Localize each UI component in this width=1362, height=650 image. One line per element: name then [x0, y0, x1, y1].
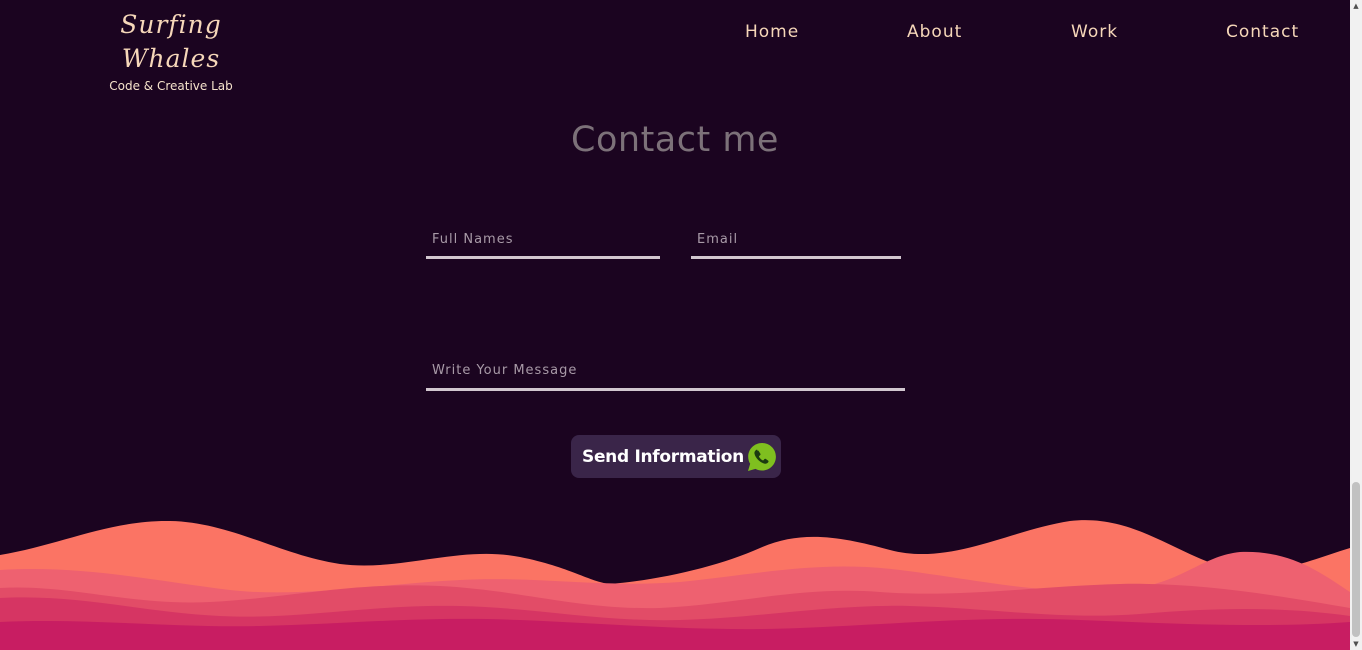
message-input[interactable] [426, 352, 905, 391]
scroll-down-arrow-icon[interactable]: ▼ [1350, 638, 1362, 650]
whatsapp-icon [746, 441, 778, 473]
brand-subtitle: Code & Creative Lab [109, 79, 233, 93]
brand-title: Surfing Whales [120, 10, 222, 73]
brand-logo[interactable]: Surfing Whales Code & Creative Lab [68, 8, 274, 94]
nav-contact-link[interactable]: Contact [1226, 22, 1299, 42]
page: Surfing Whales Code & Creative Lab Home … [0, 0, 1362, 650]
scroll-up-arrow-icon[interactable]: ▲ [1350, 0, 1362, 12]
scrollbar-thumb[interactable] [1352, 482, 1360, 637]
nav-work-link[interactable]: Work [1071, 22, 1118, 42]
nav-about-link[interactable]: About [907, 22, 962, 42]
email-input[interactable] [691, 222, 901, 259]
page-title: Contact me [571, 120, 779, 160]
nav-home-link[interactable]: Home [745, 22, 799, 42]
send-information-label: Send Information [582, 446, 744, 467]
full-name-input[interactable] [426, 222, 660, 259]
scrollbar[interactable]: ▲ ▼ [1350, 0, 1362, 650]
decorative-waves [0, 520, 1350, 650]
send-information-button[interactable]: Send Information [571, 435, 781, 478]
